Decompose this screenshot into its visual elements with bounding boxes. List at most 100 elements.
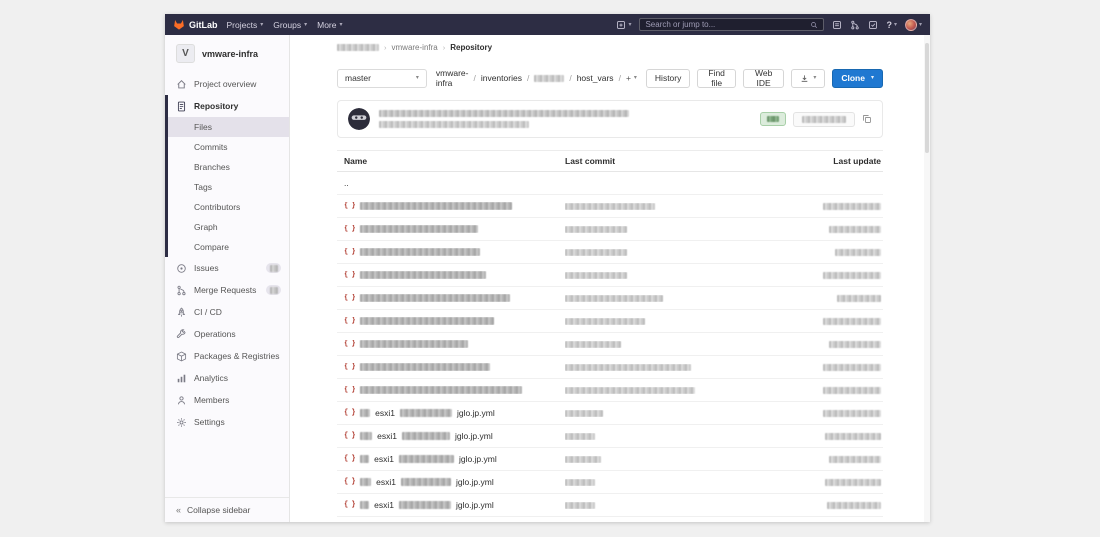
last-commit-cell[interactable] [565, 272, 788, 279]
sidebar-subitem-graph[interactable]: Graph [168, 217, 289, 237]
file-row[interactable]: { } [337, 333, 883, 356]
last-commit-cell[interactable] [565, 387, 788, 394]
file-row[interactable]: { } [337, 310, 883, 333]
last-commit-cell[interactable] [565, 502, 788, 509]
last-commit-cell[interactable] [565, 226, 788, 233]
file-name-cell[interactable]: { }esxi1jglo.jp.yml [337, 477, 565, 487]
last-update-cell [788, 387, 883, 394]
file-name-cell[interactable]: { }esxi1jglo.jp.yml [337, 431, 565, 441]
last-commit-cell[interactable] [565, 479, 788, 486]
nav-menu-groups[interactable]: Groups▾ [273, 20, 307, 30]
gitlab-logo[interactable]: GitLab [173, 19, 218, 30]
search-box[interactable]: Search or jump to... [639, 18, 824, 31]
user-menu[interactable]: ▾ [905, 19, 922, 31]
find-file-button[interactable]: Find file [697, 69, 736, 88]
sidebar-subitem-branches[interactable]: Branches [168, 157, 289, 177]
file-name-cell[interactable]: { } [337, 340, 565, 348]
file-row[interactable]: { }esxi1jglo.jp.yml [337, 425, 883, 448]
sidebar-item-members[interactable]: Members [165, 389, 289, 411]
redacted-text [360, 340, 468, 348]
parent-directory-row[interactable]: .. [337, 172, 883, 195]
path-segment-host-vars[interactable]: host_vars [577, 73, 614, 83]
path-segment-inventories[interactable]: inventories [481, 73, 522, 83]
file-name-cell[interactable]: { } [337, 317, 565, 325]
sidebar-item-issues[interactable]: Issues [165, 257, 289, 279]
redacted-text [534, 75, 564, 82]
clone-button[interactable]: Clone ▾ [832, 69, 883, 88]
last-commit-cell[interactable] [565, 318, 788, 325]
sidebar-subitem-commits[interactable]: Commits [168, 137, 289, 157]
sidebar-subitem-compare[interactable]: Compare [168, 237, 289, 257]
last-commit-cell[interactable] [565, 456, 788, 463]
sidebar-item-project-overview[interactable]: Project overview [165, 73, 289, 95]
new-menu[interactable]: ▾ [616, 20, 631, 30]
merge-requests-icon[interactable] [850, 20, 860, 30]
sidebar-subitem-files[interactable]: Files [168, 117, 289, 137]
file-row[interactable]: { } [337, 195, 883, 218]
nav-menu-projects[interactable]: Projects▾ [227, 20, 264, 30]
file-row[interactable]: { } [337, 287, 883, 310]
sidebar-subitem-contributors[interactable]: Contributors [168, 197, 289, 217]
file-name-cell[interactable]: .. [337, 178, 565, 188]
last-commit-cell[interactable] [565, 295, 788, 302]
last-update-cell [788, 456, 883, 463]
file-row[interactable]: { }esxi1jglo.jp.yml [337, 494, 883, 517]
commit-author-avatar[interactable] [348, 108, 370, 130]
sidebar-project[interactable]: V vmware-infra [165, 35, 289, 73]
add-file-dropdown[interactable]: +▾ [626, 73, 637, 83]
file-row[interactable]: { } [337, 218, 883, 241]
file-name-cell[interactable]: { } [337, 202, 565, 210]
path-segment-vmware-infra[interactable]: vmware-infra [436, 68, 469, 88]
sidebar-item-packages-registries[interactable]: Packages & Registries [165, 345, 289, 367]
file-row[interactable]: { }esxi1jglo.jp.yml [337, 448, 883, 471]
file-name-cell[interactable]: { } [337, 294, 565, 302]
file-row[interactable]: { } [337, 241, 883, 264]
scrollbar-thumb[interactable] [925, 43, 929, 153]
commit-message[interactable] [379, 110, 629, 128]
commit-sha[interactable] [793, 112, 855, 127]
history-button[interactable]: History [646, 69, 690, 88]
file-row[interactable]: { } [337, 356, 883, 379]
pipeline-status-badge[interactable] [760, 112, 786, 126]
copy-commit-sha-button[interactable] [862, 114, 872, 124]
sidebar-item-operations[interactable]: Operations [165, 323, 289, 345]
file-name-cell[interactable]: { } [337, 248, 565, 256]
download-icon [800, 74, 809, 83]
last-commit-cell[interactable] [565, 433, 788, 440]
nav-menu-more[interactable]: More▾ [317, 20, 342, 30]
user-avatar [905, 19, 917, 31]
last-commit-cell[interactable] [565, 410, 788, 417]
file-name-cell[interactable]: { }esxi1jglo.jp.yml [337, 454, 565, 464]
file-name-cell[interactable]: { } [337, 271, 565, 279]
breadcrumb-item-repository[interactable]: Repository [450, 43, 492, 52]
web-ide-button[interactable]: Web IDE [743, 69, 784, 88]
last-commit-cell[interactable] [565, 364, 788, 371]
file-row[interactable]: { }esxi1jglo.jp.yml [337, 471, 883, 494]
help-menu[interactable]: ? ▾ [886, 20, 897, 30]
file-row[interactable]: { }esxi1jglo.jp.yml [337, 402, 883, 425]
sidebar-item-ci-cd[interactable]: CI / CD [165, 301, 289, 323]
last-commit-cell[interactable] [565, 341, 788, 348]
todos-icon[interactable] [868, 20, 878, 30]
breadcrumb-item-vmware-infra[interactable]: vmware-infra [392, 43, 438, 52]
collapse-sidebar-button[interactable]: « Collapse sidebar [165, 497, 289, 522]
sidebar-item-analytics[interactable]: Analytics [165, 367, 289, 389]
sidebar-item-settings[interactable]: Settings [165, 411, 289, 433]
file-name-cell[interactable]: { } [337, 225, 565, 233]
file-row[interactable]: { } [337, 379, 883, 402]
last-commit-cell[interactable] [565, 203, 788, 210]
sidebar-item-merge-requests[interactable]: Merge Requests [165, 279, 289, 301]
scrollbar[interactable] [924, 35, 930, 522]
file-name-cell[interactable]: { }esxi1jglo.jp.yml [337, 408, 565, 418]
branch-selector[interactable]: master ▾ [337, 69, 427, 88]
file-name-cell[interactable]: { }esxi1jglo.jp.yml [337, 500, 565, 510]
file-name-cell[interactable]: { } [337, 363, 565, 371]
sidebar-subitem-tags[interactable]: Tags [168, 177, 289, 197]
last-commit-cell[interactable] [565, 249, 788, 256]
sidebar-item-repository[interactable]: Repository [168, 95, 289, 117]
download-button[interactable]: ▾ [791, 69, 825, 88]
file-name-cell[interactable]: { } [337, 386, 565, 394]
redacted-text [829, 456, 881, 463]
file-row[interactable]: { } [337, 264, 883, 287]
issues-dashboard-icon[interactable] [832, 20, 842, 30]
